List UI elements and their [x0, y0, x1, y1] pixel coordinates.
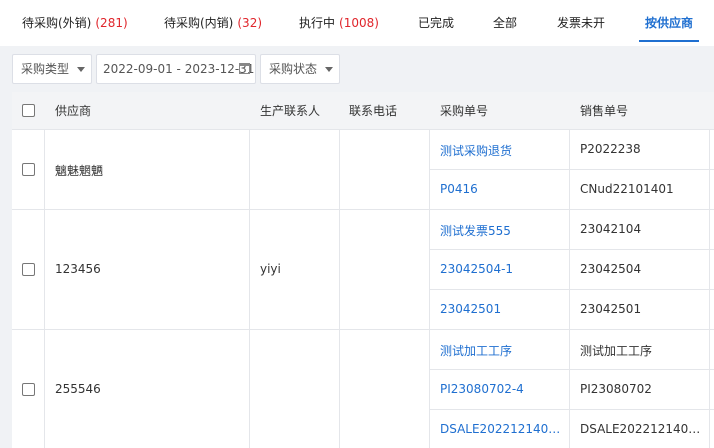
supplier-name: 123456	[55, 262, 101, 276]
po-number-link[interactable]: PI23080702-4	[440, 382, 564, 396]
chevron-down-icon	[77, 67, 85, 72]
row-divider	[429, 289, 714, 290]
table-header: 供应商 生产联系人 联系电话 采购单号 销售单号	[12, 92, 714, 130]
tab-invoice-pending[interactable]: 发票未开	[557, 0, 605, 46]
header-supplier: 供应商	[55, 104, 92, 118]
filter-bar: 采购类型 2022-09-01 - 2023-12-31 采购状态	[0, 46, 714, 92]
tab-all[interactable]: 全部	[493, 0, 517, 46]
so-number: 23042504	[580, 262, 642, 276]
po-number-link[interactable]: 23042501	[440, 302, 564, 316]
so-number: CNud22101401	[580, 182, 674, 196]
tab-in-progress[interactable]: 执行中 (1008)	[299, 0, 379, 46]
po-number-link[interactable]: 测试采购退货	[440, 142, 564, 159]
grid-line	[249, 130, 250, 448]
grid-line	[339, 130, 340, 448]
contact-name: yiyi	[260, 262, 281, 276]
po-number-link[interactable]: P0416	[440, 182, 564, 196]
status-tabs: 待采购(外销) (281) 待采购(内销) (32) 执行中 (1008) 已完成 全…	[0, 0, 714, 46]
supplier-table: 供应商 生产联系人 联系电话 采购单号 销售单号 魑魅魍魉 测试采购退货 P20…	[12, 92, 714, 448]
row-checkbox[interactable]	[22, 163, 35, 176]
tab-pending-export[interactable]: 待采购(外销) (281)	[22, 0, 128, 46]
tab-count: (281)	[95, 16, 128, 30]
row-divider	[429, 249, 714, 250]
row-checkbox[interactable]	[22, 383, 35, 396]
so-number: PI23080702	[580, 382, 652, 396]
header-phone: 联系电话	[349, 104, 398, 118]
so-number: P2022238	[580, 142, 641, 156]
purchase-type-select[interactable]: 采购类型	[12, 54, 92, 84]
po-number-link[interactable]: 测试加工工序	[440, 342, 564, 359]
po-number-link[interactable]: 测试发票555	[440, 222, 564, 239]
select-all-checkbox[interactable]	[22, 104, 35, 117]
date-range-picker[interactable]: 2022-09-01 - 2023-12-31	[96, 54, 256, 84]
so-number: 23042104	[580, 222, 642, 236]
so-number: 测试加工工序	[580, 344, 653, 358]
row-divider	[429, 369, 714, 370]
row-divider	[12, 209, 714, 210]
tab-pending-domestic[interactable]: 待采购(内销) (32)	[164, 0, 262, 46]
po-number-link[interactable]: DSALE2022121400...	[440, 422, 564, 436]
po-number-link[interactable]: 23042504-1	[440, 262, 564, 276]
tab-by-supplier[interactable]: 按供应商	[638, 0, 700, 46]
tab-count: (32)	[237, 16, 263, 30]
so-number: 23042501	[580, 302, 642, 316]
supplier-name: 魑魅魍魉	[55, 164, 104, 178]
chevron-down-icon	[325, 67, 333, 72]
so-number: DSALE2022121400...	[580, 422, 704, 436]
grid-line	[44, 130, 45, 448]
row-divider	[429, 169, 714, 170]
header-so-number: 销售单号	[580, 104, 629, 118]
header-po-number: 采购单号	[440, 104, 489, 118]
row-divider	[12, 329, 714, 330]
header-contact: 生产联系人	[260, 104, 321, 118]
tab-count: (1008)	[339, 16, 379, 30]
supplier-name: 255546	[55, 382, 101, 396]
purchase-status-select[interactable]: 采购状态	[260, 54, 340, 84]
calendar-icon	[239, 63, 250, 74]
row-checkbox[interactable]	[22, 263, 35, 276]
tab-completed[interactable]: 已完成	[418, 0, 454, 46]
row-divider	[429, 409, 714, 410]
